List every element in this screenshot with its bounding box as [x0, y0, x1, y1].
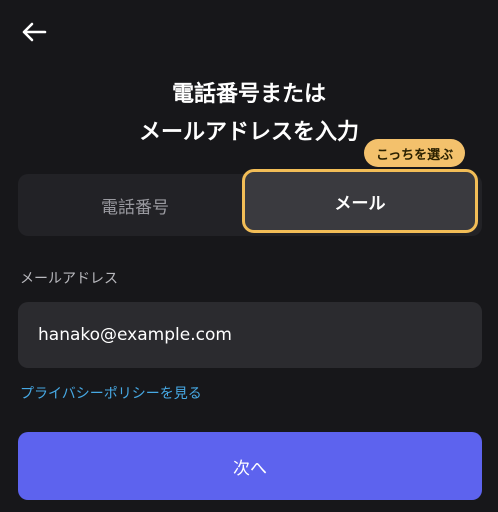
- contact-type-toggle: 電話番号 メール: [18, 169, 482, 236]
- email-field[interactable]: hanako@example.com: [18, 302, 482, 368]
- back-button[interactable]: [18, 20, 50, 48]
- privacy-policy-link[interactable]: プライバシーポリシーを見る: [20, 383, 202, 403]
- next-button[interactable]: 次へ: [18, 432, 482, 500]
- email-field-label: メールアドレス: [20, 271, 118, 287]
- email-field-value: hanako@example.com: [38, 325, 232, 345]
- page-title-line-1: 電話番号または: [171, 82, 326, 107]
- tab-phone[interactable]: 電話番号: [18, 174, 252, 236]
- hint-badge: こっちを選ぶ: [364, 139, 466, 167]
- arrow-left-icon: [21, 21, 47, 47]
- tab-email[interactable]: メール: [242, 169, 478, 233]
